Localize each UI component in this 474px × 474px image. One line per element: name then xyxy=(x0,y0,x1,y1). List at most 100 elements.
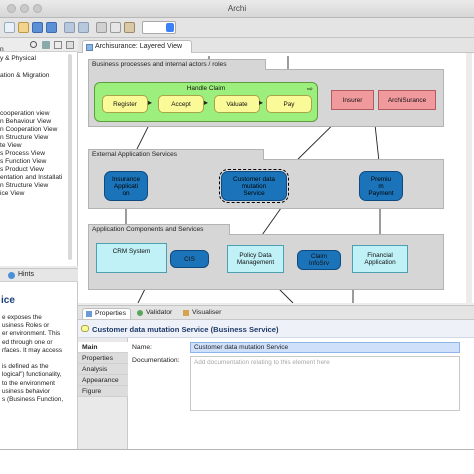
chevron-down-icon xyxy=(166,23,174,32)
canvas-scrollbar[interactable] xyxy=(466,53,472,303)
tree-item[interactable]: n Cooperation View xyxy=(0,126,57,133)
new-model-icon[interactable] xyxy=(4,22,15,33)
tree-item[interactable]: s Function View xyxy=(0,158,46,165)
tree-item[interactable]: n Structure View xyxy=(0,182,48,189)
editor-tab-bar: Archisurance: Layered View xyxy=(78,38,474,53)
node-valuate[interactable]: Valuate xyxy=(214,95,260,113)
properties-icon xyxy=(86,311,92,317)
side-tab-properties[interactable]: Properties xyxy=(78,353,128,364)
properties-title: Customer data mutation Service (Business… xyxy=(78,320,474,338)
hint-text-line: is defined as the xyxy=(2,363,49,371)
node-customer-data-mutation-service[interactable]: Customer data mutation Service xyxy=(219,169,289,203)
diagram-canvas[interactable]: Business processes and internal actors /… xyxy=(78,53,474,303)
triggering-arrow-icon: ▸ xyxy=(259,98,264,107)
view-menu-icon[interactable] xyxy=(66,41,74,49)
save-icon[interactable] xyxy=(32,22,43,33)
name-label: Name: xyxy=(132,344,153,351)
tree-item[interactable]: ation & Migration xyxy=(0,72,49,79)
tab-validator[interactable]: Validator xyxy=(134,308,176,319)
business-service-icon xyxy=(81,325,89,332)
node-crm-system[interactable]: CRM System xyxy=(96,243,167,273)
hints-panel: Hints ice e exposes the usiness Roles or e… xyxy=(0,268,78,449)
tab-archisurance-layered-view[interactable]: Archisurance: Layered View xyxy=(82,40,192,53)
collapse-icon[interactable] xyxy=(54,41,62,49)
side-tab-analysis[interactable]: Analysis xyxy=(78,364,128,375)
tab-properties[interactable]: Properties xyxy=(82,308,131,319)
node-label: Pay xyxy=(283,100,295,108)
save-all-icon[interactable] xyxy=(46,22,57,33)
model-tree-panel: n y & Physical ation & Migration cooperatio… xyxy=(0,38,78,266)
tree-item[interactable]: n xyxy=(0,46,4,53)
tree-item[interactable]: s Process View xyxy=(0,150,45,157)
side-tab-main[interactable]: Main xyxy=(78,342,128,353)
properties-title-text: Customer data mutation Service (Business… xyxy=(92,325,279,334)
node-label: Claim InfoSrv xyxy=(308,253,330,267)
tree-item[interactable]: te View xyxy=(0,142,22,149)
node-label: CIS xyxy=(184,255,195,263)
hints-tab[interactable]: Hints xyxy=(18,271,34,278)
hint-text-line: er environment. This xyxy=(2,330,61,338)
node-financial-application[interactable]: Financial Application xyxy=(352,245,408,273)
copy-icon[interactable] xyxy=(110,22,121,33)
diagram-icon xyxy=(86,44,93,51)
hint-text-line: e exposes the xyxy=(2,314,42,321)
documentation-field[interactable]: Add documentation relating to this eleme… xyxy=(190,356,460,411)
node-claim-infosrv[interactable]: Claim InfoSrv xyxy=(297,250,341,270)
tree-item[interactable]: n Behaviour View xyxy=(0,118,51,125)
window-title: Archi xyxy=(227,4,247,13)
tree-item[interactable]: ice View xyxy=(0,190,24,197)
documentation-label: Documentation: xyxy=(132,357,180,364)
name-field[interactable]: Customer data mutation Service xyxy=(190,342,460,353)
node-accept[interactable]: Accept xyxy=(158,95,204,113)
filter-icon[interactable] xyxy=(42,41,50,49)
hints-tab-bar: Hints xyxy=(0,269,78,282)
properties-side-tabs: Main Properties Analysis Appearance Figu… xyxy=(78,338,128,449)
node-archisurance[interactable]: ArchiSurance xyxy=(378,90,436,110)
side-tab-appearance[interactable]: Appearance xyxy=(78,375,128,386)
tree-item[interactable]: y & Physical xyxy=(0,55,36,62)
redo-icon[interactable] xyxy=(78,22,89,33)
paste-icon[interactable] xyxy=(124,22,135,33)
tab-label: Visualiser xyxy=(192,309,222,316)
cut-icon[interactable] xyxy=(96,22,107,33)
hint-text-line: to the environment xyxy=(2,379,55,387)
tab-label: Archisurance: Layered View xyxy=(95,43,183,50)
tree-item[interactable]: n Structure View xyxy=(0,134,48,141)
node-label: Handle Claim xyxy=(186,85,226,92)
hint-text-line: ed through one or xyxy=(2,338,53,346)
hint-text-line: usiness behavior xyxy=(2,387,50,395)
tab-visualiser[interactable]: Visualiser xyxy=(180,308,225,319)
hint-text-line: usiness Roles or xyxy=(2,322,50,330)
tree-scrollbar[interactable] xyxy=(68,54,72,260)
node-cis[interactable]: CIS xyxy=(170,250,209,268)
node-premium-payment[interactable]: Premiu m Payment xyxy=(359,171,403,201)
open-folder-icon[interactable] xyxy=(18,22,29,33)
tree-item[interactable]: s Product View xyxy=(0,166,44,173)
tree-item[interactable]: entation and Installati xyxy=(0,174,62,181)
node-register[interactable]: Register xyxy=(102,95,148,113)
visualiser-icon xyxy=(183,310,189,316)
search-icon[interactable] xyxy=(30,41,37,48)
node-pay[interactable]: Pay xyxy=(266,95,312,113)
tab-label: Validator xyxy=(146,309,173,316)
node-label: Accept xyxy=(171,100,191,108)
zoom-combo[interactable] xyxy=(142,21,176,34)
hint-text-line: rfaces. It may access xyxy=(2,346,63,354)
side-tab-figure[interactable]: Figure xyxy=(78,386,128,397)
process-arrow-icon: ⇨ xyxy=(307,86,313,93)
group-label: Application Components and Services xyxy=(88,224,230,235)
undo-icon[interactable] xyxy=(64,22,75,33)
node-policy-data-management[interactable]: Policy Data Management xyxy=(227,245,284,273)
triggering-arrow-icon: ▸ xyxy=(204,98,209,107)
main-toolbar xyxy=(0,18,474,38)
tab-label: Properties xyxy=(95,310,126,317)
validator-icon xyxy=(137,310,143,316)
node-insurer[interactable]: Insurer xyxy=(331,90,374,110)
tree-item[interactable]: cooperation view xyxy=(0,110,49,117)
node-label: ArchiSurance xyxy=(387,96,427,104)
hints-heading: ice xyxy=(1,295,15,306)
node-insurance-application[interactable]: Insurance Applicati on xyxy=(104,171,148,201)
properties-view: Properties Validator Visualiser Customer… xyxy=(78,305,474,449)
node-label: Customer data mutation Service xyxy=(233,175,275,197)
model-tree-header xyxy=(0,38,78,52)
